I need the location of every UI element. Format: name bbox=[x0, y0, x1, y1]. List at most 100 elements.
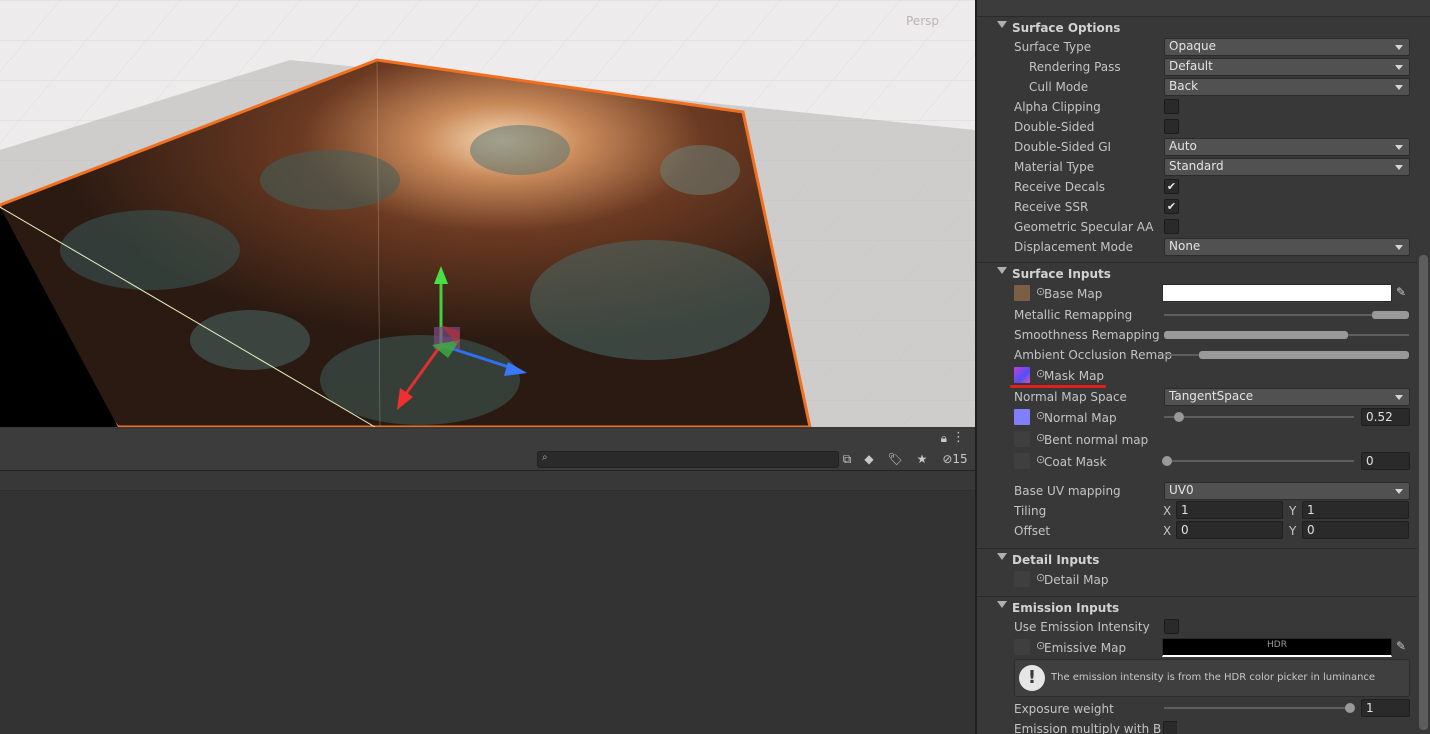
field-value: 0 bbox=[1307, 523, 1315, 537]
normal-scale-field[interactable]: 0.52 bbox=[1361, 408, 1410, 426]
rendering-pass-row: Rendering Pass Default bbox=[977, 57, 1417, 77]
search-by-type-icon[interactable]: ⧉ bbox=[838, 451, 856, 467]
emissive-map-row: ⊙ Emissive Map HDR ✎ bbox=[977, 638, 1417, 658]
double-sided-checkbox[interactable] bbox=[1164, 119, 1179, 134]
normal-map-thumbnail[interactable] bbox=[1014, 409, 1030, 425]
search-icon: ⌕ bbox=[542, 452, 548, 463]
y-label: Y bbox=[1289, 524, 1297, 538]
favorite-star-icon[interactable]: ★ bbox=[913, 451, 931, 467]
coat-mask-thumbnail[interactable] bbox=[1014, 453, 1030, 469]
metallic-remapping-row: Metallic Remapping bbox=[977, 305, 1417, 325]
displacement-mode-row: Displacement Mode None bbox=[977, 237, 1417, 257]
bent-normal-map-row: ⊙ Bent normal map bbox=[977, 430, 1417, 450]
field-label: Mask Map bbox=[1044, 369, 1105, 383]
base-uv-mapping-row: Base UV mapping UV0 bbox=[977, 481, 1417, 501]
receive-ssr-checkbox[interactable]: ✔ bbox=[1164, 199, 1179, 214]
offset-x-field[interactable]: 0 bbox=[1176, 521, 1283, 539]
section-title: Detail Inputs bbox=[1012, 553, 1100, 567]
hidden-packages-toggle[interactable]: ⊘15 bbox=[938, 451, 972, 467]
field-value: 0.52 bbox=[1366, 410, 1393, 424]
emissive-map-thumbnail[interactable] bbox=[1014, 639, 1030, 655]
metallic-range-handle[interactable] bbox=[1372, 311, 1409, 319]
geometric-specular-aa-checkbox[interactable] bbox=[1164, 219, 1179, 234]
emission-inputs-header[interactable]: Emission Inputs bbox=[977, 596, 1417, 619]
smoothness-range-handle[interactable] bbox=[1164, 331, 1348, 339]
surface-type-dropdown[interactable]: Opaque bbox=[1164, 38, 1410, 56]
normal-map-space-dropdown[interactable]: TangentSpace bbox=[1164, 388, 1410, 406]
material-type-dropdown[interactable]: Standard bbox=[1164, 158, 1410, 176]
base-uv-mapping-dropdown[interactable]: UV0 bbox=[1164, 482, 1410, 500]
eyedropper-icon[interactable]: ✎ bbox=[1396, 639, 1406, 653]
exposure-weight-slider-track[interactable] bbox=[1164, 707, 1354, 709]
use-emission-intensity-checkbox[interactable] bbox=[1164, 619, 1179, 634]
lock-icon[interactable]: 🔒︎ bbox=[941, 431, 947, 446]
receive-decals-checkbox[interactable]: ✔ bbox=[1164, 179, 1179, 194]
coat-mask-slider-knob[interactable] bbox=[1162, 456, 1172, 466]
field-label: Cull Mode bbox=[1029, 80, 1089, 94]
project-content-area[interactable] bbox=[0, 491, 975, 734]
detail-map-thumbnail[interactable] bbox=[1014, 571, 1030, 587]
detail-inputs-header[interactable]: Detail Inputs bbox=[977, 548, 1417, 571]
tiling-y-field[interactable]: 1 bbox=[1302, 501, 1409, 519]
field-label: Smoothness Remapping bbox=[1014, 328, 1160, 342]
dropdown-value: Default bbox=[1169, 59, 1213, 73]
field-label: Base UV mapping bbox=[1014, 484, 1121, 498]
field-label: Surface Type bbox=[1014, 40, 1092, 54]
filter-by-type-icon[interactable]: ◆ bbox=[860, 451, 878, 467]
cull-mode-dropdown[interactable]: Back bbox=[1164, 78, 1410, 96]
dropdown-value: UV0 bbox=[1169, 483, 1194, 497]
inspector-top-strip bbox=[977, 0, 1430, 17]
section-title: Surface Inputs bbox=[1012, 267, 1111, 281]
field-label: Detail Map bbox=[1044, 573, 1109, 587]
tiling-x-field[interactable]: 1 bbox=[1176, 501, 1283, 519]
emission-multiply-row: Emission multiply with Bas bbox=[977, 719, 1177, 734]
double-sided-row: Double-Sided bbox=[977, 117, 1417, 137]
field-label: Double-Sided bbox=[1014, 120, 1095, 134]
normal-scale-slider-track[interactable] bbox=[1164, 416, 1354, 418]
mask-map-thumbnail[interactable] bbox=[1014, 367, 1030, 383]
normal-map-space-row: Normal Map Space TangentSpace bbox=[977, 387, 1417, 407]
field-label: Rendering Pass bbox=[1029, 60, 1121, 74]
bent-normal-map-thumbnail[interactable] bbox=[1014, 431, 1030, 447]
normal-scale-slider-knob[interactable] bbox=[1173, 412, 1184, 422]
tiling-row: Tiling X 1 Y 1 bbox=[977, 501, 1417, 521]
scene-view[interactable]: Persp bbox=[0, 0, 975, 427]
base-color-field[interactable] bbox=[1162, 284, 1392, 302]
y-label: Y bbox=[1289, 504, 1297, 518]
field-label: Receive Decals bbox=[1014, 180, 1105, 194]
coat-mask-slider-track[interactable] bbox=[1164, 460, 1354, 462]
surface-options-header[interactable]: Surface Options bbox=[977, 16, 1417, 39]
offset-row: Offset X 0 Y 0 bbox=[977, 521, 1417, 541]
field-value: 0 bbox=[1181, 523, 1189, 537]
surface-inputs-header[interactable]: Surface Inputs bbox=[977, 262, 1417, 285]
base-map-thumbnail[interactable] bbox=[1014, 285, 1030, 301]
label-tag-icon[interactable]: 🏷︎ bbox=[886, 451, 904, 467]
emissive-hdr-color-field[interactable]: HDR bbox=[1162, 638, 1392, 657]
kebab-menu-icon[interactable]: ⋮ bbox=[952, 430, 965, 445]
projection-label[interactable]: Persp bbox=[906, 14, 939, 28]
eye-slash-icon: ⊘ bbox=[942, 452, 953, 466]
double-sided-gi-row: Double-Sided GI Auto bbox=[977, 137, 1417, 157]
inspector-scrollbar[interactable] bbox=[1419, 255, 1428, 730]
exposure-weight-slider-knob[interactable] bbox=[1345, 703, 1355, 713]
chevron-down-icon bbox=[1395, 65, 1403, 70]
double-sided-gi-dropdown[interactable]: Auto bbox=[1164, 138, 1410, 156]
field-label: Tiling bbox=[1014, 504, 1047, 518]
emission-multiply-checkbox[interactable] bbox=[1163, 721, 1177, 734]
foldout-arrow-icon bbox=[997, 553, 1007, 560]
search-input[interactable]: ⌕ bbox=[537, 451, 839, 468]
eyedropper-icon[interactable]: ✎ bbox=[1396, 285, 1406, 299]
coat-mask-field[interactable]: 0 bbox=[1361, 452, 1410, 470]
exposure-weight-row: Exposure weight 1 bbox=[977, 699, 1417, 719]
displacement-mode-dropdown[interactable]: None bbox=[1164, 238, 1410, 256]
dropdown-value: Standard bbox=[1169, 159, 1224, 173]
alpha-clipping-checkbox[interactable] bbox=[1164, 99, 1179, 114]
dropdown-value: Opaque bbox=[1169, 39, 1217, 53]
rendering-pass-dropdown[interactable]: Default bbox=[1164, 58, 1410, 76]
offset-y-field[interactable]: 0 bbox=[1302, 521, 1409, 539]
exposure-weight-field[interactable]: 1 bbox=[1361, 699, 1410, 717]
chevron-down-icon bbox=[1395, 165, 1403, 170]
info-message: The emission intensity is from the HDR c… bbox=[1051, 672, 1376, 683]
ao-range-handle[interactable] bbox=[1199, 351, 1409, 359]
geometric-specular-aa-row: Geometric Specular AA bbox=[977, 217, 1417, 237]
